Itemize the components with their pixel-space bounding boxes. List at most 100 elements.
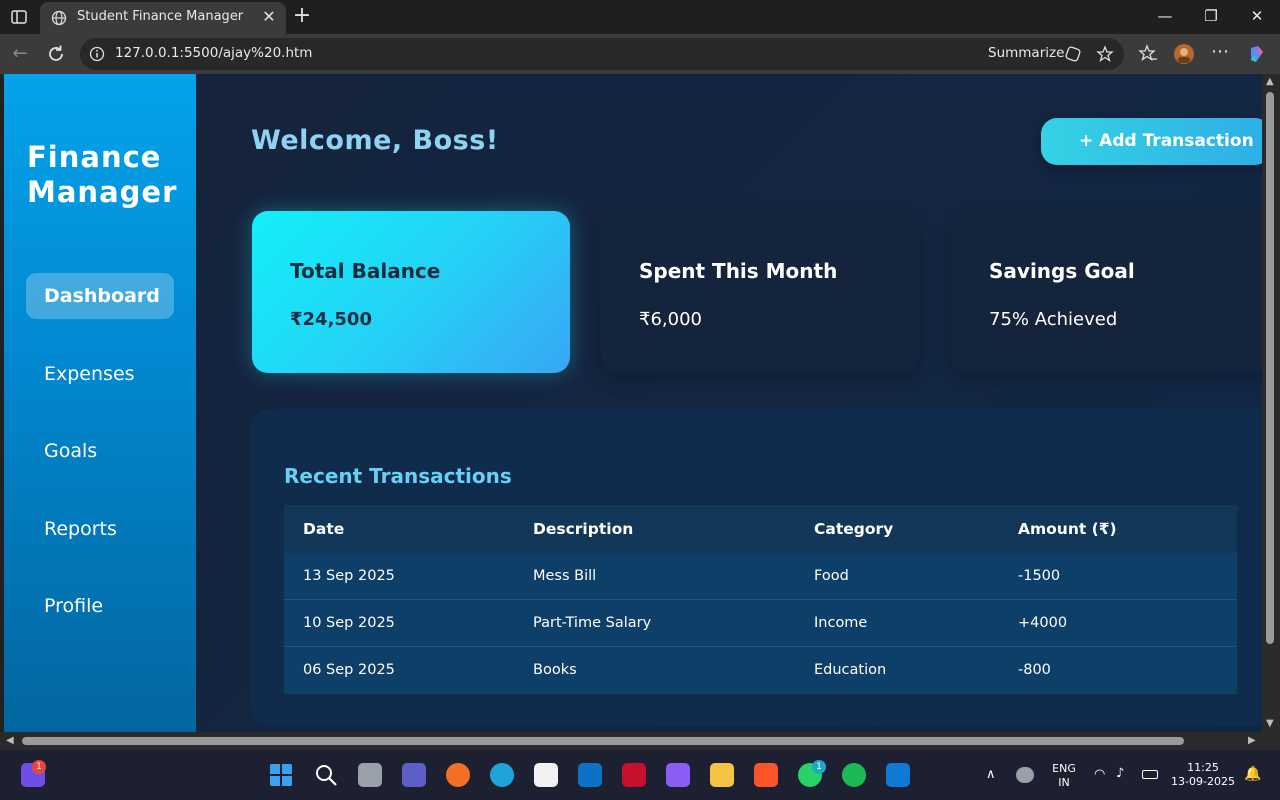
- browser-titlebar: Student Finance Manager ✕ + — ❐ ✕: [0, 0, 1280, 34]
- favorite-star-icon[interactable]: [1096, 45, 1114, 63]
- edge-icon[interactable]: [490, 763, 514, 787]
- reload-icon[interactable]: [44, 42, 68, 66]
- browser-tab[interactable]: Student Finance Manager ✕: [40, 2, 286, 34]
- clock-date: 13-09-2025: [1171, 775, 1235, 788]
- url-text[interactable]: 127.0.0.1:5500/ajay%20.htm: [115, 45, 312, 61]
- task-view-icon[interactable]: [358, 763, 382, 787]
- notification-badge: 1: [812, 760, 826, 774]
- card-value: ₹24,500: [290, 309, 372, 330]
- region-code: IN: [1058, 776, 1070, 789]
- card-title: Total Balance: [290, 259, 441, 283]
- volume-icon[interactable]: ♪: [1116, 767, 1124, 781]
- language-code: ENG: [1052, 762, 1076, 775]
- teams-icon[interactable]: [402, 763, 426, 787]
- spotify-icon[interactable]: [842, 763, 866, 787]
- sidebar-item-dashboard[interactable]: Dashboard: [26, 273, 174, 319]
- scroll-right-icon[interactable]: ▶: [1248, 735, 1256, 746]
- new-tab-button[interactable]: +: [292, 5, 312, 27]
- copilot-icon[interactable]: [1247, 44, 1267, 64]
- vertical-scroll-thumb[interactable]: [1266, 92, 1274, 644]
- cell-description: Mess Bill: [533, 568, 597, 584]
- page-viewport: Finance Manager Dashboard Expenses Goals…: [4, 74, 1262, 732]
- start-icon[interactable]: [269, 763, 293, 787]
- table-row: 06 Sep 2025 Books Education -800: [284, 647, 1237, 694]
- cell-category: Income: [814, 615, 868, 631]
- back-button[interactable]: ←: [8, 42, 32, 66]
- show-hidden-icons[interactable]: ∧: [986, 768, 996, 782]
- total-balance-card: Total Balance ₹24,500: [252, 211, 570, 373]
- language-indicator[interactable]: ENG IN: [1048, 762, 1080, 790]
- copilot-app-icon[interactable]: [666, 763, 690, 787]
- card-title: Spent This Month: [639, 259, 838, 283]
- tab-close-icon[interactable]: ✕: [260, 8, 278, 26]
- column-header-amount: Amount (₹): [1018, 520, 1117, 538]
- column-header-date: Date: [303, 520, 345, 538]
- brave-icon[interactable]: [754, 763, 778, 787]
- card-value: ₹6,000: [639, 309, 702, 330]
- table-row: 13 Sep 2025 Mess Bill Food -1500: [284, 553, 1237, 600]
- file-explorer-icon[interactable]: [710, 763, 734, 787]
- sidebar-item-profile[interactable]: Profile: [26, 583, 174, 629]
- table-header: Date Description Category Amount (₹): [284, 505, 1237, 553]
- store-icon[interactable]: [534, 763, 558, 787]
- more-options-icon[interactable]: ⋯: [1208, 40, 1232, 64]
- cell-amount: -1500: [1018, 568, 1061, 584]
- close-window-button[interactable]: ✕: [1245, 6, 1269, 26]
- summarize-button[interactable]: Summarize: [988, 45, 1064, 61]
- page-title: Welcome, Boss!: [251, 125, 499, 156]
- brand-logo: Finance Manager: [27, 140, 177, 210]
- wifi-icon[interactable]: ◠: [1094, 768, 1105, 782]
- column-header-description: Description: [533, 520, 634, 538]
- spent-this-month-card: Spent This Month ₹6,000: [601, 211, 919, 373]
- notification-badge: 1: [32, 760, 46, 774]
- restore-button[interactable]: ❐: [1199, 6, 1223, 26]
- section-title: Recent Transactions: [284, 464, 512, 488]
- notification-bell-icon[interactable]: 🔔: [1244, 767, 1261, 781]
- recent-transactions-panel: Recent Transactions Date Description Cat…: [251, 409, 1262, 726]
- horizontal-scrollbar[interactable]: ◀ ▶: [0, 732, 1280, 750]
- cell-description: Part-Time Salary: [533, 615, 652, 631]
- scroll-down-icon[interactable]: ▼: [1266, 718, 1274, 729]
- mcafee-icon[interactable]: [622, 763, 646, 787]
- copilot-summarize-icon[interactable]: [1064, 45, 1082, 63]
- profile-avatar[interactable]: [1174, 44, 1194, 64]
- transactions-table: Date Description Category Amount (₹) 13 …: [284, 505, 1237, 694]
- info-icon[interactable]: [89, 46, 105, 62]
- cell-amount: +4000: [1018, 615, 1068, 631]
- search-icon[interactable]: [314, 763, 338, 787]
- cell-date: 13 Sep 2025: [303, 568, 395, 584]
- tab-title: Student Finance Manager: [77, 9, 244, 24]
- cell-description: Books: [533, 662, 577, 678]
- sidebar-toggle-icon[interactable]: [10, 8, 28, 26]
- brand-line-1: Finance: [27, 140, 162, 174]
- cell-category: Education: [814, 662, 887, 678]
- browser-toolbar: ← 127.0.0.1:5500/ajay%20.htm Summarize ⋯: [0, 34, 1280, 74]
- scroll-up-icon[interactable]: ▲: [1266, 76, 1274, 87]
- clock[interactable]: 11:25 13-09-2025: [1170, 761, 1236, 789]
- minimize-button[interactable]: —: [1153, 6, 1177, 26]
- horizontal-scroll-thumb[interactable]: [22, 737, 1184, 745]
- scroll-left-icon[interactable]: ◀: [6, 735, 14, 746]
- sidebar-item-expenses[interactable]: Expenses: [26, 351, 174, 397]
- firefox-icon[interactable]: [446, 763, 470, 787]
- address-bar[interactable]: 127.0.0.1:5500/ajay%20.htm Summarize: [80, 38, 1124, 70]
- sidebar: Finance Manager Dashboard Expenses Goals…: [4, 74, 196, 732]
- cell-category: Food: [814, 568, 849, 584]
- table-row: 10 Sep 2025 Part-Time Salary Income +400…: [284, 600, 1237, 647]
- dell-icon[interactable]: [578, 763, 602, 787]
- column-header-category: Category: [814, 520, 894, 538]
- add-transaction-button[interactable]: + Add Transaction: [1041, 118, 1262, 165]
- vscode-icon[interactable]: [886, 763, 910, 787]
- clock-time: 11:25: [1187, 761, 1219, 774]
- sidebar-item-goals[interactable]: Goals: [26, 428, 174, 474]
- onedrive-icon[interactable]: [1016, 767, 1034, 783]
- cell-date: 10 Sep 2025: [303, 615, 395, 631]
- cell-amount: -800: [1018, 662, 1051, 678]
- favorites-icon[interactable]: [1138, 44, 1158, 64]
- windows-taskbar: 1 1 ∧ ENG IN ◠ ♪ 11:25 13-09-2025 🔔: [0, 750, 1280, 800]
- sidebar-item-reports[interactable]: Reports: [26, 506, 174, 552]
- card-title: Savings Goal: [989, 259, 1135, 283]
- battery-icon[interactable]: [1142, 770, 1158, 779]
- vertical-scrollbar[interactable]: ▲ ▼: [1262, 74, 1280, 732]
- cell-date: 06 Sep 2025: [303, 662, 395, 678]
